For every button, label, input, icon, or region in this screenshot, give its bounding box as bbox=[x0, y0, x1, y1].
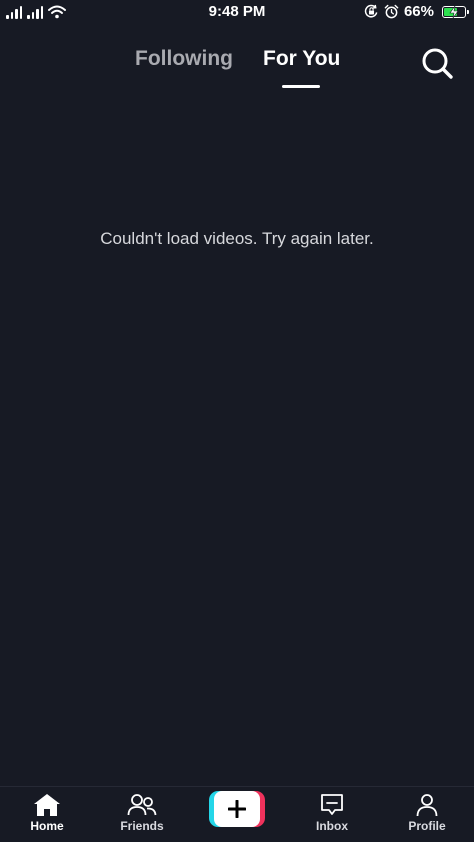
search-icon bbox=[422, 48, 453, 79]
orientation-lock-icon bbox=[364, 4, 378, 18]
nav-profile[interactable]: Profile bbox=[387, 793, 467, 839]
search-button[interactable] bbox=[418, 44, 456, 82]
create-button[interactable] bbox=[209, 791, 265, 827]
tab-following[interactable]: Following bbox=[135, 47, 233, 71]
app-screen: 9:48 PM 66% Following For You Couldn't l… bbox=[0, 0, 474, 842]
charging-bolt-icon bbox=[449, 5, 459, 18]
bottom-nav: Home Friends Inbox Profile bbox=[0, 786, 474, 842]
alarm-icon bbox=[384, 4, 399, 19]
nav-profile-label: Profile bbox=[408, 819, 446, 833]
home-icon bbox=[34, 794, 60, 816]
plus-icon bbox=[228, 800, 246, 818]
inbox-icon bbox=[321, 794, 343, 815]
nav-friends[interactable]: Friends bbox=[102, 793, 182, 839]
create-button-face bbox=[214, 791, 260, 827]
friends-icon bbox=[127, 794, 157, 816]
battery-icon bbox=[442, 5, 469, 18]
status-bar-right: 66% bbox=[364, 3, 469, 20]
profile-icon bbox=[416, 794, 438, 817]
error-message: Couldn't load videos. Try again later. bbox=[100, 229, 374, 248]
nav-inbox[interactable]: Inbox bbox=[292, 793, 372, 839]
nav-home[interactable]: Home bbox=[7, 793, 87, 839]
active-tab-indicator bbox=[282, 85, 320, 88]
nav-friends-label: Friends bbox=[120, 819, 164, 833]
tab-for-you[interactable]: For You bbox=[263, 47, 340, 71]
nav-home-label: Home bbox=[30, 819, 64, 833]
feed-tabs: Following For You bbox=[0, 44, 474, 94]
battery-percent: 66% bbox=[403, 3, 434, 20]
nav-inbox-label: Inbox bbox=[316, 819, 348, 833]
status-bar: 9:48 PM 66% bbox=[0, 0, 474, 24]
